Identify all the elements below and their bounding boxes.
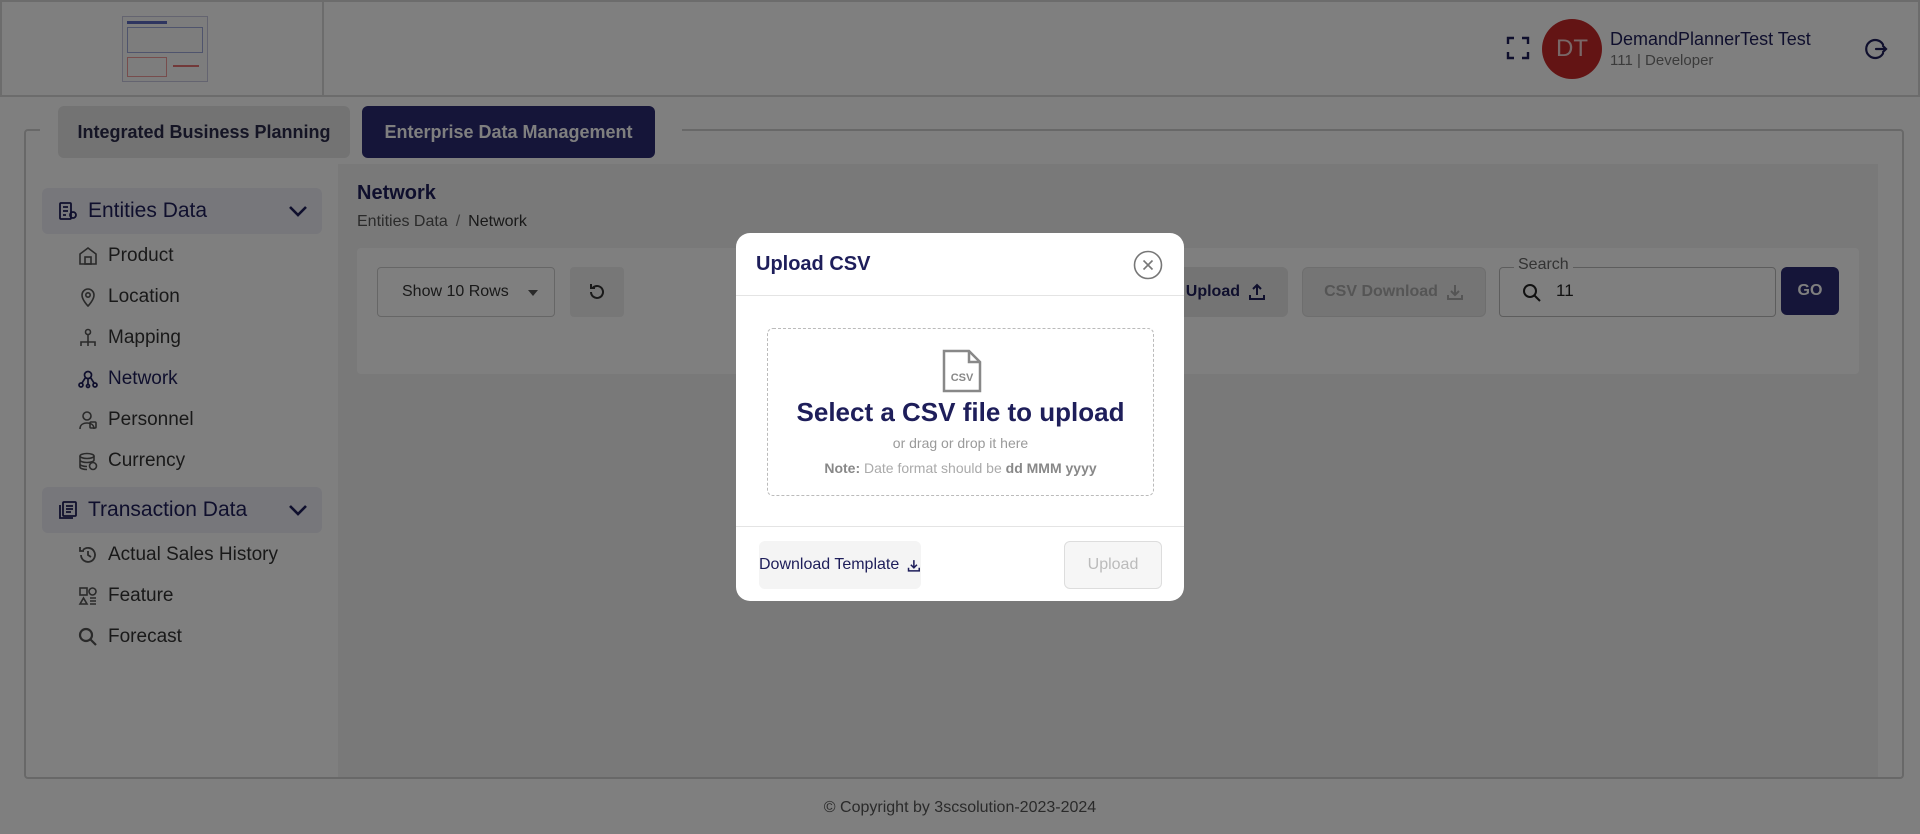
file-dropzone[interactable]: CSV Select a CSV file to upload or drag … bbox=[767, 328, 1154, 496]
date-format-note: Note: Date format should be dd MMM yyyy bbox=[824, 460, 1097, 476]
modal-upload-button[interactable]: Upload bbox=[1064, 541, 1162, 589]
modal-title: Upload CSV bbox=[756, 253, 871, 275]
download-icon bbox=[907, 559, 921, 572]
download-template-button[interactable]: Download Template bbox=[759, 541, 921, 589]
close-icon[interactable] bbox=[1133, 250, 1163, 280]
divider bbox=[736, 526, 1184, 527]
upload-csv-modal: Upload CSV CSV Select a CSV file to uplo… bbox=[736, 233, 1184, 601]
dropzone-title: Select a CSV file to upload bbox=[796, 397, 1125, 427]
csv-icon-label: CSV bbox=[951, 372, 974, 384]
dropzone-subtitle: or drag or drop it here bbox=[892, 435, 1029, 451]
csv-file-icon: CSV bbox=[942, 349, 982, 393]
divider bbox=[736, 295, 1184, 296]
